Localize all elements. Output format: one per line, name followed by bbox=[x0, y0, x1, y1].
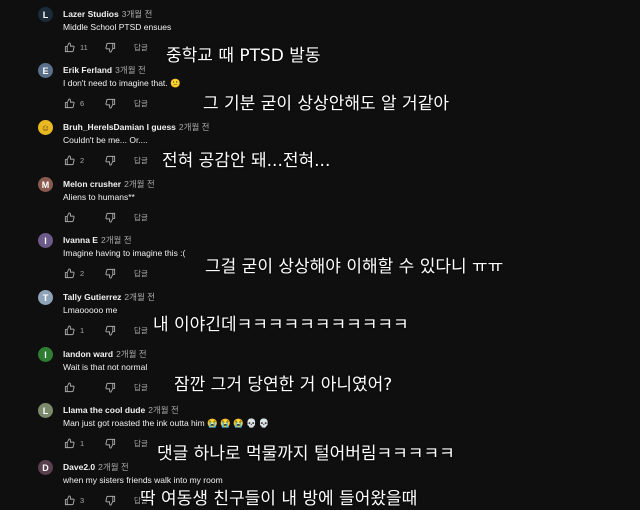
comment-time[interactable]: 3개월 전 bbox=[122, 9, 153, 19]
like-count: 6 bbox=[80, 98, 85, 108]
comment-text: Aliens to humans** bbox=[63, 192, 135, 202]
comment-time[interactable]: 2개월 전 bbox=[124, 292, 155, 302]
thumbs-up-icon[interactable] bbox=[63, 211, 75, 223]
comment-actions: 답글 bbox=[63, 211, 148, 223]
thumbs-up-icon[interactable] bbox=[63, 324, 75, 336]
avatar[interactable]: L bbox=[38, 403, 53, 418]
subtitle: 잠깐 그거 당연한 거 아니였어? bbox=[174, 375, 393, 395]
comment-text: Wait is that not normal bbox=[63, 362, 148, 372]
comment-author[interactable]: Tally Gutierrez 2개월 전 bbox=[63, 291, 155, 303]
reply-button[interactable]: 답글 bbox=[134, 325, 148, 336]
comment-time[interactable]: 2개월 전 bbox=[124, 179, 155, 189]
comment-author[interactable]: Ivanna E 2개월 전 bbox=[63, 234, 132, 246]
comment-time[interactable]: 2개월 전 bbox=[116, 349, 147, 359]
comment-actions: 2 답글 bbox=[63, 267, 148, 279]
reply-button[interactable]: 답글 bbox=[134, 98, 148, 109]
avatar[interactable]: l bbox=[38, 347, 53, 362]
thumbs-up-icon[interactable] bbox=[63, 97, 75, 109]
comment-time[interactable]: 3개월 전 bbox=[115, 65, 146, 75]
comment-author[interactable]: Llama the cool dude 2개월 전 bbox=[63, 404, 179, 416]
thumbs-down-icon[interactable] bbox=[104, 494, 116, 506]
comment-author[interactable]: Melon crusher 2개월 전 bbox=[63, 178, 155, 190]
avatar[interactable]: T bbox=[38, 290, 53, 305]
like-count: 11 bbox=[80, 42, 88, 52]
thumbs-down-icon[interactable] bbox=[104, 267, 116, 279]
reply-button[interactable]: 답글 bbox=[134, 382, 148, 393]
comment-text: Lmaooooo me bbox=[63, 305, 118, 315]
avatar[interactable]: E bbox=[38, 63, 53, 78]
comment-time[interactable]: 2개월 전 bbox=[179, 122, 210, 132]
thumbs-down-icon[interactable] bbox=[104, 437, 116, 449]
like-count: 1 bbox=[80, 438, 85, 448]
comment-actions: 답글 bbox=[63, 381, 148, 393]
reply-button[interactable]: 답글 bbox=[134, 212, 148, 223]
comment-author[interactable]: Lazer Studios 3개월 전 bbox=[63, 8, 152, 20]
comment-author[interactable]: landon ward 2개월 전 bbox=[63, 348, 147, 360]
thumbs-up-icon[interactable] bbox=[63, 154, 75, 166]
avatar[interactable]: D bbox=[38, 460, 53, 475]
reply-button[interactable]: 답글 bbox=[134, 268, 148, 279]
comment-actions: 1 답글 bbox=[63, 324, 148, 336]
thumbs-down-icon[interactable] bbox=[104, 97, 116, 109]
thumbs-down-icon[interactable] bbox=[104, 381, 116, 393]
comment-text: Couldn't be me... Or.... bbox=[63, 135, 148, 145]
comment-actions: 3 답글 bbox=[63, 494, 148, 506]
avatar[interactable]: L bbox=[38, 7, 53, 22]
comment-author[interactable]: Dave2.0 2개월 전 bbox=[63, 461, 129, 473]
subtitle: 전혀 공감안 돼...전혀... bbox=[162, 151, 331, 171]
subtitle: 딱 여동생 친구들이 내 방에 들어왔을때 bbox=[140, 489, 418, 509]
comment-time[interactable]: 2개월 전 bbox=[98, 462, 129, 472]
like-count: 2 bbox=[80, 155, 85, 165]
like-count: 3 bbox=[80, 495, 85, 505]
comment-text: Man just got roasted the ink outta him 😭… bbox=[63, 418, 270, 428]
reply-button[interactable]: 답글 bbox=[134, 155, 148, 166]
thumbs-up-icon[interactable] bbox=[63, 41, 75, 53]
avatar[interactable]: ☺ bbox=[38, 120, 53, 135]
thumbs-up-icon[interactable] bbox=[63, 437, 75, 449]
like-count: 1 bbox=[80, 325, 85, 335]
subtitle: 그 기분 굳이 상상안해도 알 거같아 bbox=[203, 94, 449, 114]
like-count: 2 bbox=[80, 268, 85, 278]
comment-actions: 1 답글 bbox=[63, 437, 148, 449]
comment-time[interactable]: 2개월 전 bbox=[148, 405, 179, 415]
subtitle: 그걸 굳이 상상해야 이해할 수 있다니 ㅠㅠ bbox=[205, 257, 504, 277]
comment-item: M Melon crusher 2개월 전 Aliens to humans** … bbox=[0, 176, 640, 232]
comment-time[interactable]: 2개월 전 bbox=[101, 235, 132, 245]
comment-text: Middle School PTSD ensues bbox=[63, 22, 172, 32]
comment-actions: 11 답글 bbox=[63, 41, 148, 53]
thumbs-up-icon[interactable] bbox=[63, 381, 75, 393]
thumbs-down-icon[interactable] bbox=[104, 41, 116, 53]
comment-text: I don't need to imagine that. 😕 bbox=[63, 78, 181, 88]
comment-text: Imagine having to imagine this :( bbox=[63, 248, 186, 258]
avatar[interactable]: M bbox=[38, 177, 53, 192]
comment-author[interactable]: Erik Ferland 3개월 전 bbox=[63, 64, 146, 76]
comment-actions: 2 답글 bbox=[63, 154, 148, 166]
thumbs-down-icon[interactable] bbox=[104, 154, 116, 166]
comment-actions: 6 답글 bbox=[63, 97, 148, 109]
thumbs-down-icon[interactable] bbox=[104, 324, 116, 336]
reply-button[interactable]: 답글 bbox=[134, 42, 148, 53]
avatar[interactable]: I bbox=[38, 233, 53, 248]
subtitle: 내 이야긴데ㅋㅋㅋㅋㅋㅋㅋㅋㅋㅋㅋ bbox=[153, 315, 409, 335]
reply-button[interactable]: 답글 bbox=[134, 438, 148, 449]
thumbs-up-icon[interactable] bbox=[63, 267, 75, 279]
thumbs-up-icon[interactable] bbox=[63, 494, 75, 506]
thumbs-down-icon[interactable] bbox=[104, 211, 116, 223]
comment-author[interactable]: Bruh_HereIsDamian I guess 2개월 전 bbox=[63, 121, 209, 133]
